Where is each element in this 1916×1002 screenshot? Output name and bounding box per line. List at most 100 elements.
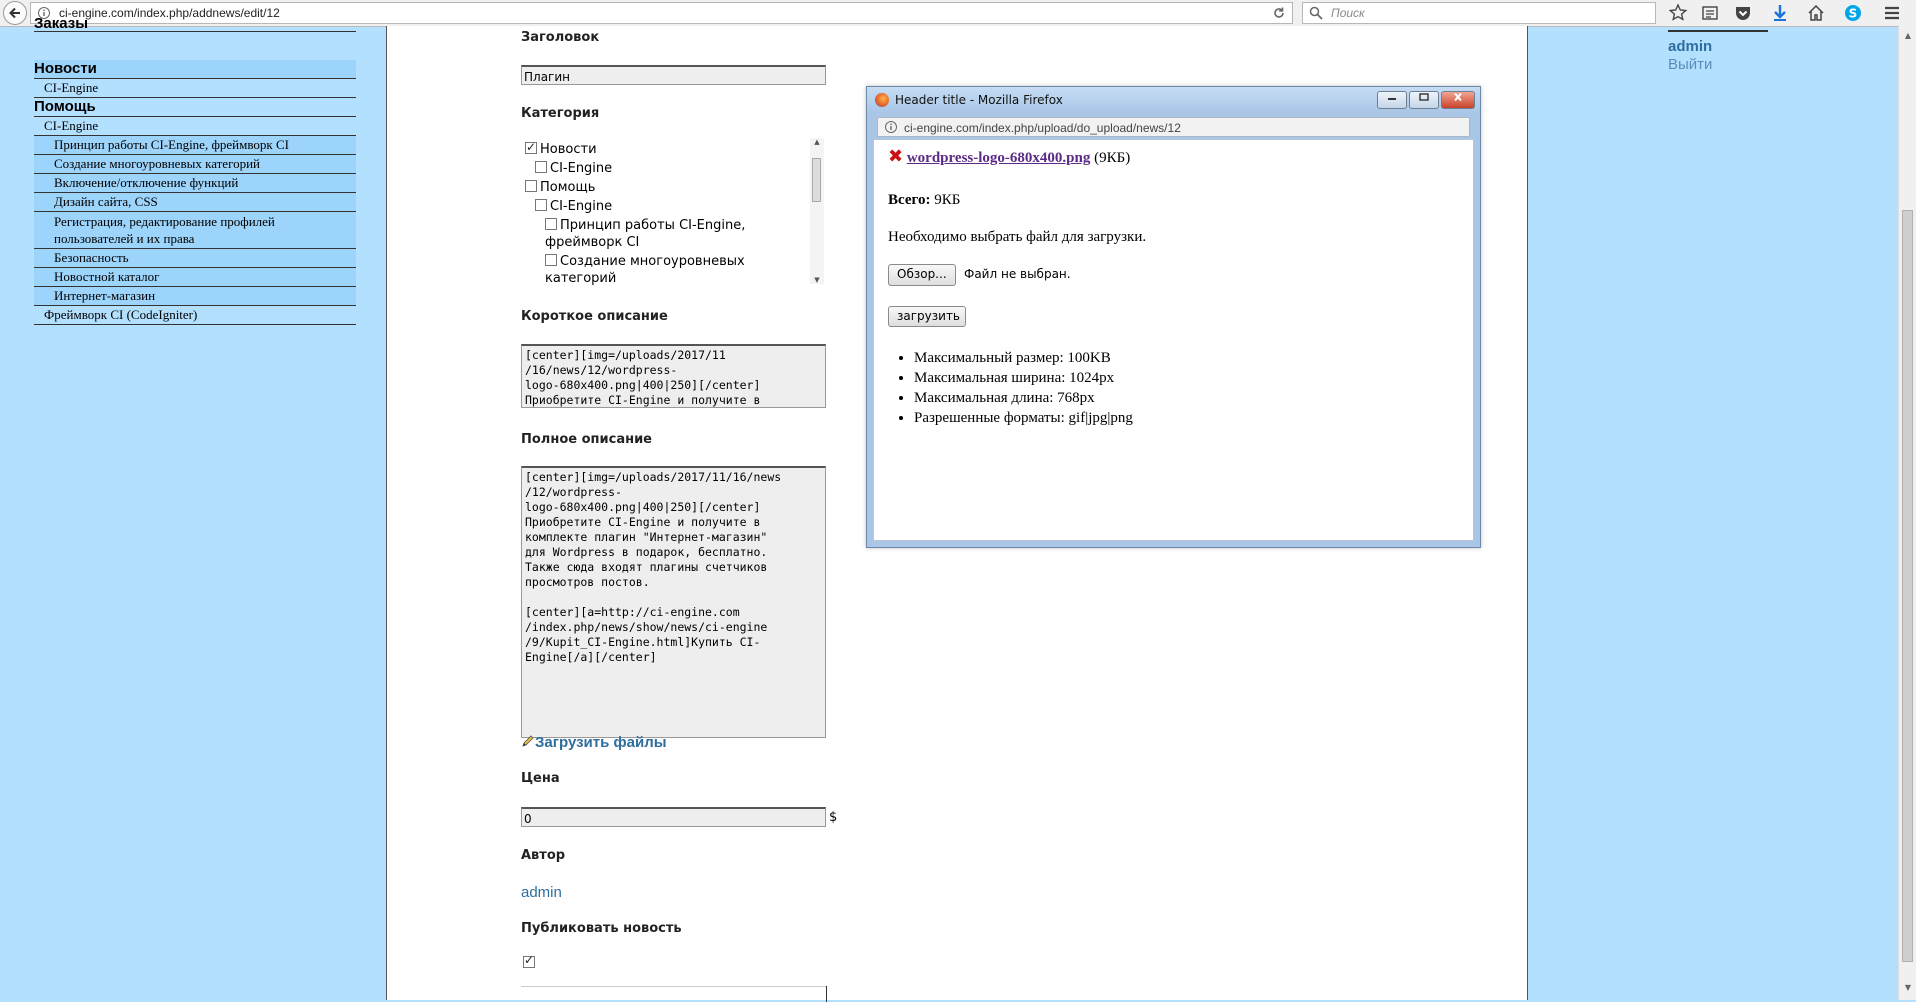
price-input[interactable]: 0: [521, 807, 826, 827]
total-row: Всего: 9КБ: [888, 192, 960, 209]
textarea-line: Engine[/a][/center]: [525, 650, 657, 664]
publish-checkbox-wrap[interactable]: [523, 953, 538, 971]
search-icon: [1309, 6, 1323, 20]
textarea-line: logo-680x400.png|400|250][/center]: [525, 378, 761, 392]
publish-checkbox[interactable]: [523, 953, 535, 968]
reading-list-icon[interactable]: [1700, 3, 1720, 23]
upload-limit-item: Максимальный размер: 100KB: [914, 348, 1133, 368]
sidebar-item[interactable]: Включение/отключение функций: [34, 174, 356, 193]
full-desc-label: Полное описание: [521, 432, 652, 447]
textarea-line: Также сюда входят плагины счетчиков: [525, 560, 768, 574]
maximize-icon: [1419, 93, 1429, 101]
reload-icon[interactable]: [1272, 6, 1286, 20]
info-icon[interactable]: [884, 120, 898, 134]
sidebar-item[interactable]: Принцип работы CI-Engine, фреймворк CI: [34, 136, 356, 155]
home-icon[interactable]: [1806, 3, 1826, 23]
textarea-line: Приобретите CI-Engine и получите в: [525, 515, 761, 529]
textarea-line: просмотров постов.: [525, 575, 650, 589]
category-tree: Новости CI-Engine Помощь CI-Engine Принц…: [521, 138, 826, 287]
upload-files-link[interactable]: Загрузить файлы: [521, 734, 667, 751]
sidebar-item[interactable]: Помощь: [34, 98, 356, 117]
popup-title: Header title - Mozilla Firefox: [895, 93, 1063, 107]
textarea-line: комплекте плагин "Интернет-магазин": [525, 530, 768, 544]
upload-button[interactable]: загрузить: [888, 306, 966, 327]
right-sidebar: admin Выйти: [1528, 26, 1898, 1000]
download-icon[interactable]: [1770, 3, 1790, 23]
browse-button[interactable]: Обзор...: [888, 264, 956, 286]
textarea-line: /9/Kupit_CI-Engine.html]Купить CI-: [525, 635, 761, 649]
upload-limit-item: Разрешенные форматы: gif|jpg|png: [914, 408, 1133, 428]
upload-limits-list: Максимальный размер: 100KBМаксимальная ш…: [888, 348, 1133, 428]
category-item[interactable]: Помощь: [525, 179, 595, 196]
category-item[interactable]: CI-Engine: [535, 198, 612, 215]
uploaded-file-link[interactable]: wordpress-logo-680x400.png: [907, 150, 1091, 166]
logout-link[interactable]: Выйти: [1668, 56, 1712, 73]
category-item[interactable]: CI-Engine: [535, 160, 612, 177]
textarea-line: /16/news/12/wordpress-: [525, 363, 678, 377]
category-scroll-thumb[interactable]: [812, 158, 821, 202]
scroll-up-arrow-icon[interactable]: ▲: [1899, 28, 1916, 44]
pocket-icon[interactable]: [1733, 3, 1753, 23]
search-bar[interactable]: Поиск: [1302, 2, 1656, 24]
page-scrollbar[interactable]: ▲ ▼: [1898, 26, 1916, 1000]
category-checkbox[interactable]: [535, 161, 547, 173]
sidebar-item[interactable]: Новостной каталог: [34, 268, 356, 287]
textarea-line: logo-680x400.png|400|250][/center]: [525, 500, 761, 514]
sidebar-item[interactable]: Интернет-магазин: [34, 287, 356, 306]
popup-titlebar[interactable]: Header title - Mozilla Firefox: [867, 87, 1480, 113]
close-icon: [1454, 92, 1462, 102]
skype-icon[interactable]: S: [1843, 3, 1863, 23]
upload-limit-item: Максимальная длина: 768px: [914, 388, 1133, 408]
scroll-down-arrow-icon[interactable]: ▼: [1899, 980, 1916, 996]
sidebar-item[interactable]: Создание многоуровневых категорий: [34, 155, 356, 174]
minimize-button[interactable]: [1377, 91, 1407, 109]
no-file-text: Файл не выбран.: [964, 267, 1071, 281]
category-checkbox[interactable]: [545, 218, 557, 230]
price-label: Цена: [521, 771, 560, 786]
delete-file-icon[interactable]: ✖: [888, 146, 903, 167]
sidebar-item[interactable]: CI-Engine: [34, 117, 356, 136]
upload-popup-window: Header title - Mozilla Firefox ci-engine…: [866, 86, 1481, 548]
popup-address-bar[interactable]: ci-engine.com/index.php/upload/do_upload…: [877, 117, 1470, 137]
sidebar-item[interactable]: Регистрация, редактирование профилей пол…: [34, 212, 356, 249]
file-size: (9КБ): [1094, 150, 1131, 166]
category-checkbox[interactable]: [535, 199, 547, 211]
sidebar-item[interactable]: Новости: [34, 60, 356, 79]
category-item[interactable]: Создание многоуровневых категорий: [545, 253, 755, 287]
hamburger-menu-icon[interactable]: [1882, 3, 1902, 23]
arrow-left-icon: [9, 7, 20, 19]
category-checkbox[interactable]: [525, 139, 537, 156]
textarea-line: [center][img=/uploads/2017/11/16/news: [525, 470, 782, 484]
title-input[interactable]: Плагин: [521, 65, 826, 85]
sidebar-item[interactable]: Фреймворк CI (CodeIgniter): [34, 306, 356, 325]
scroll-up-icon[interactable]: ▲: [810, 138, 824, 146]
sidebar-item[interactable]: CI-Engine: [34, 79, 356, 98]
maximize-button[interactable]: [1409, 91, 1439, 109]
full-desc-textarea[interactable]: [center][img=/uploads/2017/11/16/news/12…: [521, 466, 826, 738]
category-checkbox[interactable]: [525, 180, 537, 192]
left-sidebar: Заказы Новости CI-Engine Помощь CI-Engine Пр…: [0, 18, 386, 1000]
author-value[interactable]: admin: [521, 884, 562, 901]
sidebar-item[interactable]: Безопасность: [34, 249, 356, 268]
total-label: Всего:: [888, 192, 931, 208]
category-checkbox[interactable]: [545, 254, 557, 266]
textarea-line: [center][a=http://ci-engine.com: [525, 605, 740, 619]
page-scroll-thumb[interactable]: [1902, 210, 1913, 962]
upload-message: Необходимо выбрать файл для загрузки.: [888, 229, 1147, 245]
category-item[interactable]: Принцип работы CI-Engine, фреймворк CI: [545, 217, 755, 251]
short-desc-textarea[interactable]: [center][img=/uploads/2017/11/16/news/12…: [521, 344, 826, 408]
textarea-line: для Wordpress в подарок, бесплатно.: [525, 545, 768, 559]
uploaded-file-row: ✖ wordpress-logo-680x400.png (9КБ): [888, 146, 1130, 167]
back-button[interactable]: [3, 1, 27, 25]
close-button[interactable]: [1441, 91, 1475, 109]
scroll-down-icon[interactable]: ▼: [810, 276, 824, 284]
author-label: Автор: [521, 848, 566, 863]
sidebar-item[interactable]: Дизайн сайта, CSS: [34, 193, 356, 212]
publish-label: Публиковать новость: [521, 921, 682, 936]
star-bookmark-icon[interactable]: [1668, 3, 1688, 23]
nav-cut-item[interactable]: Заказы: [34, 18, 356, 32]
user-name[interactable]: admin: [1668, 38, 1712, 55]
category-item[interactable]: Новости: [525, 139, 597, 158]
category-scrollbar[interactable]: ▲ ▼: [810, 138, 824, 284]
category-label: Категория: [521, 106, 600, 121]
